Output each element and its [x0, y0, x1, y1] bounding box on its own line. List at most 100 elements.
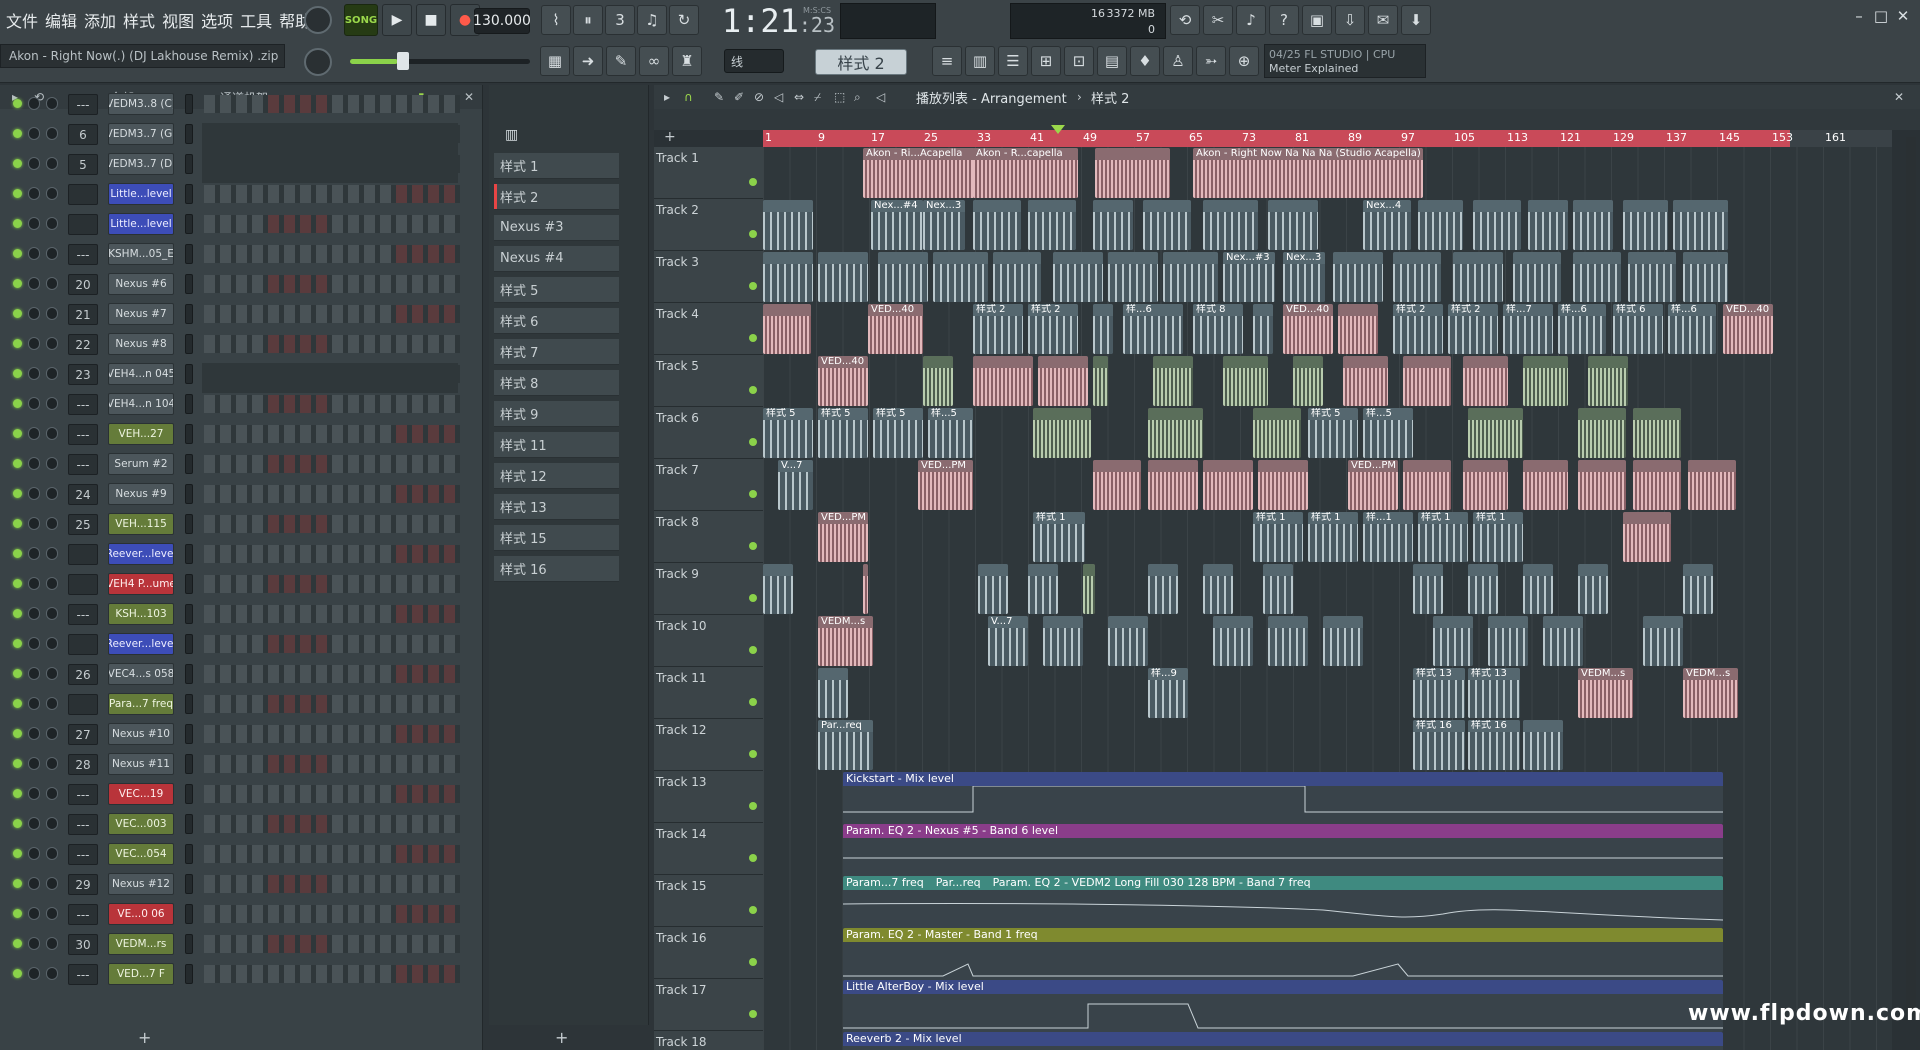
channel-row[interactable]: Little...level — [0, 209, 483, 239]
pattern-clip[interactable]: 样式 5 — [818, 408, 868, 458]
song-title-field[interactable]: Akon - Right Now(.) (DJ Lakhouse Remix) … — [0, 44, 285, 68]
channel-mixer-track[interactable]: 29 — [68, 874, 98, 895]
mixer-icon[interactable]: ≡ — [932, 46, 962, 76]
channel-select[interactable] — [185, 394, 193, 414]
pattern-clip[interactable] — [1268, 200, 1318, 250]
audio-clip[interactable]: Akon - R...capella — [973, 148, 1078, 198]
channel-name-button[interactable]: VEC...003 — [108, 813, 174, 835]
pattern-item[interactable]: 样式 7 — [494, 339, 619, 365]
channel-active-led[interactable] — [13, 429, 22, 438]
track-header[interactable]: Track 14 — [654, 823, 763, 875]
channel-name-button[interactable]: VEDM3..7 (D) — [108, 153, 174, 175]
channel-select[interactable] — [185, 754, 193, 774]
pattern-clip[interactable] — [1143, 200, 1191, 250]
step-sequencer[interactable] — [204, 95, 460, 113]
channel-select[interactable] — [185, 904, 193, 924]
audio-clip[interactable] — [1153, 356, 1193, 406]
channel-active-led[interactable] — [13, 309, 22, 318]
pattern-clip[interactable] — [1053, 252, 1103, 302]
channel-mixer-track[interactable]: 5 — [68, 154, 98, 175]
pattern-clip[interactable]: V...7 — [988, 616, 1028, 666]
track-header[interactable]: Track 8 — [654, 511, 763, 563]
channel-active-led[interactable] — [13, 519, 22, 528]
channel-active-led[interactable] — [13, 939, 22, 948]
channel-row[interactable]: 28 Nexus #11 — [0, 749, 483, 779]
minimize-icon[interactable]: – — [1848, 5, 1870, 27]
audio-clip[interactable] — [1223, 356, 1268, 406]
channel-name-button[interactable]: VEC...19 — [108, 783, 174, 805]
export-icon[interactable]: ⇩ — [1335, 5, 1365, 35]
channel-volume-knob[interactable] — [46, 637, 58, 650]
pattern-clip[interactable] — [1413, 564, 1443, 614]
pattern-clip[interactable]: 样式 6 — [1613, 304, 1663, 354]
channel-select[interactable] — [185, 874, 193, 894]
audio-clip[interactable] — [1038, 356, 1088, 406]
channel-volume-knob[interactable] — [46, 487, 58, 500]
step-sequencer[interactable] — [204, 275, 460, 293]
track-header[interactable]: Track 15 — [654, 875, 763, 927]
channel-pan-knob[interactable] — [28, 847, 40, 860]
channel-volume-knob[interactable] — [46, 277, 58, 290]
pattern-clip[interactable]: 样...6 — [1558, 304, 1606, 354]
channel-select[interactable] — [185, 454, 193, 474]
track-enable-led[interactable] — [749, 542, 757, 550]
audio-clip[interactable] — [1578, 460, 1626, 510]
channel-volume-knob[interactable] — [46, 847, 58, 860]
pattern-clip[interactable]: 样式 5 — [1308, 408, 1358, 458]
channel-name-button[interactable]: Little...level — [108, 213, 174, 235]
close-icon[interactable]: ✕ — [1892, 5, 1914, 27]
audio-clip[interactable] — [1293, 356, 1323, 406]
add-track-button[interactable]: + — [664, 129, 676, 145]
download-icon[interactable]: ⬇ — [1401, 5, 1431, 35]
track-enable-led[interactable] — [749, 282, 757, 290]
audio-clip[interactable] — [1095, 148, 1170, 198]
pattern-clip[interactable] — [1453, 252, 1503, 302]
channel-row[interactable]: Reever...level — [0, 539, 483, 569]
track-enable-led[interactable] — [749, 178, 757, 186]
master-volume-knob[interactable] — [304, 48, 332, 76]
pattern-clip[interactable]: 样式 13 — [1468, 668, 1520, 718]
track-enable-led[interactable] — [749, 438, 757, 446]
channel-volume-knob[interactable] — [46, 727, 58, 740]
channel-name-button[interactable]: Para...7 freq — [108, 693, 174, 715]
pattern-clip[interactable] — [818, 668, 848, 718]
pattern-clip[interactable]: 样...6 — [1123, 304, 1183, 354]
pattern-clip[interactable]: 样...7 — [1503, 304, 1553, 354]
pattern-selector[interactable]: 样式 2 — [815, 49, 907, 75]
channel-select[interactable] — [185, 94, 193, 114]
channel-active-led[interactable] — [13, 369, 22, 378]
pattern-item[interactable]: 样式 15 — [494, 525, 619, 551]
audio-clip[interactable]: VED...40 — [1283, 304, 1333, 354]
channel-pan-knob[interactable] — [28, 487, 40, 500]
step-sequencer[interactable] — [204, 965, 460, 983]
pattern-clip[interactable] — [1028, 200, 1076, 250]
channel-active-led[interactable] — [13, 759, 22, 768]
channel-select[interactable] — [185, 514, 193, 534]
channel-active-led[interactable] — [13, 669, 22, 678]
channel-row[interactable]: 29 Nexus #12 — [0, 869, 483, 899]
pattern-item[interactable]: 样式 2 — [494, 184, 619, 210]
channel-mixer-track[interactable]: 25 — [68, 514, 98, 535]
pattern-clip[interactable] — [1108, 616, 1148, 666]
pattern-clip[interactable]: 样式 2 — [973, 304, 1023, 354]
channel-mixer-track[interactable]: 26 — [68, 664, 98, 685]
audio-clip[interactable]: VED...PM — [1348, 460, 1398, 510]
track-enable-led[interactable] — [749, 958, 757, 966]
track-enable-led[interactable] — [749, 386, 757, 394]
channel-name-button[interactable]: VEC...054 — [108, 843, 174, 865]
pattern-clip[interactable]: Nex...3 — [1283, 252, 1325, 302]
audio-clip[interactable]: Akon - Right Now Na Na Na (Studio Acapel… — [1193, 148, 1423, 198]
channel-name-button[interactable]: Reever...level — [108, 543, 174, 565]
channel-volume-knob[interactable] — [46, 337, 58, 350]
step-sequencer[interactable] — [204, 335, 460, 353]
pattern-clip[interactable]: Nex...#4 — [871, 200, 923, 250]
pattern-item[interactable]: 样式 9 — [494, 401, 619, 427]
channel-name-button[interactable]: KSHM...05_E — [108, 243, 174, 265]
timeline-ruler[interactable]: 1 9 17 25 33 41 49 57 65 73 81 89 97 105 113 121 129 137 1… — [763, 125, 1892, 147]
channel-pan-knob[interactable] — [28, 547, 40, 560]
audio-clip[interactable] — [1688, 460, 1736, 510]
channel-mixer-track[interactable]: 27 — [68, 724, 98, 745]
channel-name-button[interactable]: Nexus #10 — [108, 723, 174, 745]
pattern-clip[interactable]: 样式 5 — [763, 408, 813, 458]
channel-name-button[interactable]: Nexus #8 — [108, 333, 174, 355]
